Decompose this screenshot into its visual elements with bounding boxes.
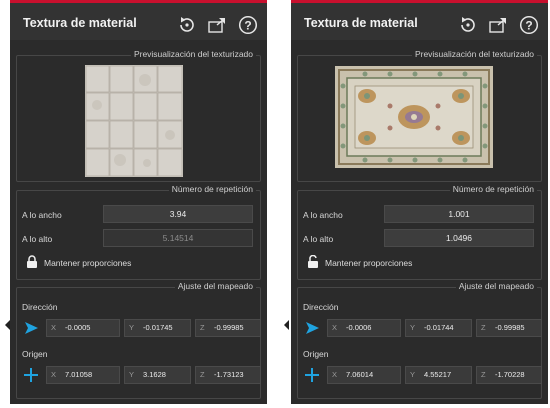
origin-y-field[interactable]: Y 4.55217 [405,366,472,384]
origin-label: Origen [303,349,329,359]
preview-group-label: Previsualización del texturizado [130,49,256,59]
direction-arrow-icon[interactable] [23,320,39,336]
direction-z-field[interactable]: Z -0.99985 [476,319,542,337]
direction-y-field[interactable]: Y -0.01745 [124,319,191,337]
panel-title: Textura de material [23,16,137,30]
origin-y-value: 3.1628 [143,370,166,379]
lock-closed-icon [27,255,37,268]
keep-proportions-label: Mantener proporciones [44,258,132,268]
export-icon[interactable] [207,15,227,35]
texture-preview-image [335,66,493,168]
axis-x-label: X [51,323,57,332]
origin-crosshair-icon[interactable] [304,367,320,383]
axis-y-label: Y [129,370,135,379]
direction-label: Dirección [22,302,58,312]
direction-y-field[interactable]: Y -0.01744 [405,319,472,337]
repetition-group-label: Número de repetición [168,184,256,194]
origin-z-field[interactable]: Z -1.73123 [195,366,261,384]
mapping-group-label: Ajuste del mapeado [455,281,537,291]
height-repeat-input[interactable]: 5.14514 [103,229,253,247]
help-icon[interactable]: ? [238,15,258,35]
direction-arrow-icon[interactable] [304,320,320,336]
direction-y-value: -0.01744 [424,323,454,332]
lock-open-icon [308,255,318,268]
axis-y-label: Y [129,323,135,332]
direction-z-field[interactable]: Z -0.99985 [195,319,261,337]
axis-y-label: Y [410,370,416,379]
axis-x-label: X [51,370,57,379]
origin-label: Origen [22,349,48,359]
axis-z-label: Z [200,370,205,379]
origin-x-field[interactable]: X 7.06014 [327,366,401,384]
panel-title: Textura de material [304,16,418,30]
svg-text:?: ? [525,19,532,33]
texture-preview-image [85,65,183,177]
origin-x-value: 7.01058 [65,370,93,379]
direction-x-value: -0.0006 [346,323,372,332]
direction-z-value: -0.99985 [214,323,244,332]
direction-z-value: -0.99985 [495,323,525,332]
origin-y-field[interactable]: Y 3.1628 [124,366,191,384]
mapping-group-label: Ajuste del mapeado [174,281,256,291]
axis-z-label: Z [481,323,486,332]
width-label: A lo ancho [303,210,343,220]
material-texture-panel-right: Textura de material ? Previsualización d… [291,0,548,404]
origin-z-value: -1.70228 [495,370,525,379]
tile-texture-graphic [85,65,183,177]
axis-z-label: Z [200,323,205,332]
width-repeat-input[interactable]: 3.94 [103,205,253,223]
origin-z-value: -1.73123 [214,370,244,379]
preview-group-label: Previsualización del texturizado [411,49,537,59]
svg-text:?: ? [244,19,251,33]
direction-x-field[interactable]: X -0.0006 [327,319,401,337]
material-texture-panel-left: Textura de material ? Previsualización d… [10,0,267,404]
origin-z-field[interactable]: Z -1.70228 [476,366,542,384]
width-repeat-input[interactable]: 1.001 [384,205,534,223]
axis-x-label: X [332,370,338,379]
origin-x-value: 7.06014 [346,370,374,379]
direction-y-value: -0.01745 [143,323,173,332]
direction-x-field[interactable]: X -0.0005 [46,319,120,337]
reset-icon[interactable] [458,15,478,35]
direction-label: Dirección [303,302,339,312]
height-label: A lo alto [303,234,334,244]
origin-y-value: 4.55217 [424,370,452,379]
height-label: A lo alto [22,234,53,244]
reset-icon[interactable] [177,15,197,35]
height-repeat-input[interactable]: 1.0496 [384,229,534,247]
width-label: A lo ancho [22,210,62,220]
collapse-arrow-icon[interactable] [284,320,289,330]
origin-x-field[interactable]: X 7.01058 [46,366,120,384]
export-icon[interactable] [488,15,508,35]
repetition-group-label: Número de repetición [449,184,537,194]
axis-z-label: Z [481,370,486,379]
help-icon[interactable]: ? [519,15,539,35]
direction-x-value: -0.0005 [65,323,91,332]
axis-y-label: Y [410,323,416,332]
origin-crosshair-icon[interactable] [23,367,39,383]
keep-proportions-label: Mantener proporciones [325,258,413,268]
rug-texture-graphic [335,66,493,168]
axis-x-label: X [332,323,338,332]
